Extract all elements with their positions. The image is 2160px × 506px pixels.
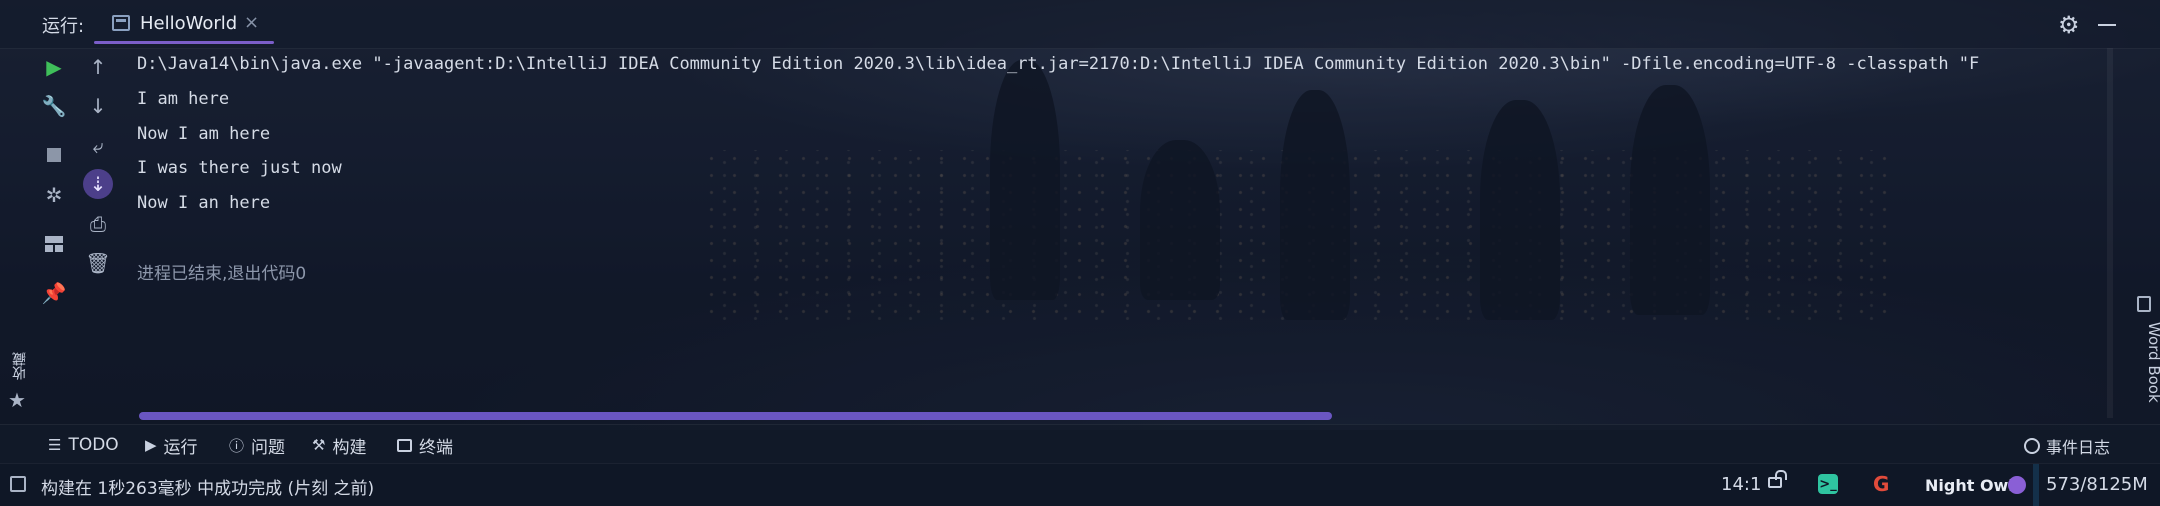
star-icon: ★ <box>8 388 26 412</box>
tab-title: HelloWorld <box>140 13 238 34</box>
run-config-icon <box>112 15 130 31</box>
terminal-icon <box>397 438 412 452</box>
book-icon <box>2137 296 2151 312</box>
google-translate-icon[interactable]: G <box>1873 472 1889 496</box>
exit-message: 进程已结束,退出代码0 <box>137 264 307 284</box>
tab-todo[interactable]: ☰ TODO <box>48 434 119 456</box>
caret-position[interactable]: 14:1 <box>1721 474 1761 495</box>
tool-windows-toggle-icon[interactable] <box>10 476 26 492</box>
restore-layout-icon[interactable] <box>39 229 69 259</box>
up-arrow-icon[interactable]: ↑ <box>83 52 113 82</box>
close-icon[interactable]: × <box>244 12 259 33</box>
list-icon: ☰ <box>48 436 62 454</box>
run-label: 运行: <box>42 16 85 37</box>
rerun-icon[interactable]: ▶ <box>39 52 69 82</box>
tab-terminal-label: 终端 <box>419 437 453 458</box>
stop-icon[interactable] <box>39 140 69 170</box>
horizontal-scrollbar[interactable] <box>139 412 1332 420</box>
theme-dot-icon[interactable] <box>2008 476 2026 494</box>
tool-window-tab-bar: ☰ TODO ▶ 运行 ⓘ 问题 ⚒ 构建 终端 事件日志 <box>0 424 2160 463</box>
tab-run-label: 运行 <box>163 437 198 458</box>
tab-event-log-label: 事件日志 <box>2046 438 2111 457</box>
word-book-tool-button[interactable]: Word Book <box>2130 290 2160 420</box>
info-icon: ⓘ <box>229 436 245 455</box>
vertical-scrollbar[interactable] <box>2107 48 2113 418</box>
theme-name[interactable]: Night Owl <box>1925 476 2014 495</box>
pin-icon[interactable]: 📌 <box>39 278 69 308</box>
tab-run[interactable]: ▶ 运行 <box>145 434 198 458</box>
down-arrow-icon[interactable]: ↓ <box>83 91 113 121</box>
soft-wrap-icon[interactable]: ⤶ <box>83 131 113 161</box>
output-line: Now I an here <box>137 193 271 213</box>
play-icon: ▶ <box>145 436 157 454</box>
terminal-plugin-icon[interactable]: >_ <box>1818 474 1838 494</box>
minimize-icon[interactable] <box>2098 24 2116 26</box>
trash-icon[interactable]: 🗑 <box>83 248 113 278</box>
status-bar: 构建在 1秒263毫秒 中成功完成 (片刻 之前) 14:1 >_ G Nigh… <box>0 463 2160 506</box>
memory-indicator[interactable]: 573/8125M <box>2046 474 2148 495</box>
print-icon[interactable]: ⎙ <box>83 209 113 239</box>
scroll-to-end-icon[interactable]: ⇣ <box>83 169 113 199</box>
wrench-icon[interactable]: 🔧 <box>39 91 69 121</box>
output-line: I am here <box>137 89 230 109</box>
tab-build-label: 构建 <box>332 437 367 458</box>
gear-icon[interactable]: ⚙ <box>2058 11 2080 39</box>
tab-terminal[interactable]: 终端 <box>397 434 453 458</box>
event-log-icon <box>2024 438 2040 454</box>
tab-todo-label: TODO <box>68 435 119 455</box>
status-accent-bar <box>2033 464 2039 506</box>
build-status-message[interactable]: 构建在 1秒263毫秒 中成功完成 (片刻 之前) <box>41 474 374 499</box>
favorites-label: 收藏 <box>12 352 28 380</box>
hammer-icon: ⚒ <box>312 436 326 454</box>
debug-bug-icon[interactable]: ✲ <box>39 180 69 210</box>
output-line: Now I am here <box>137 124 271 144</box>
tab-problems[interactable]: ⓘ 问题 <box>229 434 286 458</box>
run-tool-window-header: 运行: HelloWorld × ⚙ <box>0 0 2160 49</box>
output-line: I was there just now <box>137 158 342 178</box>
tab-build[interactable]: ⚒ 构建 <box>312 434 367 458</box>
tab-problems-label: 问题 <box>251 437 286 458</box>
active-tab-indicator <box>94 41 274 44</box>
lock-icon[interactable] <box>1768 470 1787 488</box>
word-book-label: Word Book <box>2145 322 2160 403</box>
tab-helloworld[interactable]: HelloWorld × <box>94 4 274 44</box>
command-line: D:\Java14\bin\java.exe "-javaagent:D:\In… <box>137 54 1980 74</box>
tab-event-log[interactable]: 事件日志 <box>2024 434 2110 458</box>
favorites-tool-button[interactable]: 收藏 ★ <box>4 348 34 418</box>
